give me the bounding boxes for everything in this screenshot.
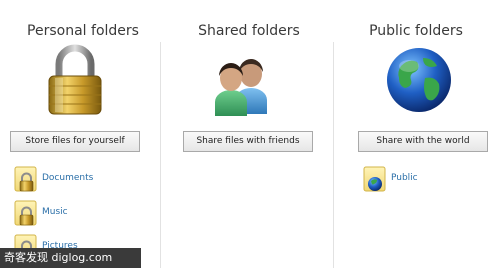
locked-folder-icon — [14, 164, 38, 192]
folder-item-documents[interactable]: Documents — [14, 161, 93, 195]
column-divider — [160, 42, 161, 268]
personal-folders-title: Personal folders — [27, 23, 139, 39]
shared-folders-column: Shared folders Share files with friends — [166, 0, 332, 268]
shared-folders-title: Shared folders — [198, 23, 300, 39]
share-with-friends-button[interactable]: Share files with friends — [183, 131, 313, 152]
watermark-banner: 奇客发现 diglog.com — [0, 248, 141, 268]
globe-icon — [383, 44, 463, 116]
folder-label-public: Public — [391, 173, 418, 183]
globe-folder-icon — [363, 164, 387, 192]
users-icon — [201, 44, 281, 116]
public-folders-title: Public folders — [369, 23, 463, 39]
share-with-world-button[interactable]: Share with the world — [358, 131, 488, 152]
padlock-icon — [35, 44, 115, 116]
folder-label-music: Music — [42, 207, 68, 217]
folder-item-music[interactable]: Music — [14, 195, 93, 229]
store-files-button[interactable]: Store files for yourself — [10, 131, 140, 152]
public-folder-list: Public — [363, 161, 418, 195]
personal-folders-column: Personal folders Store files for yoursel… — [0, 0, 166, 268]
public-folders-column: Public folders Share with the world Publ… — [333, 0, 499, 268]
folder-item-public[interactable]: Public — [363, 161, 418, 195]
folder-label-documents: Documents — [42, 173, 94, 183]
locked-folder-icon — [14, 198, 38, 226]
